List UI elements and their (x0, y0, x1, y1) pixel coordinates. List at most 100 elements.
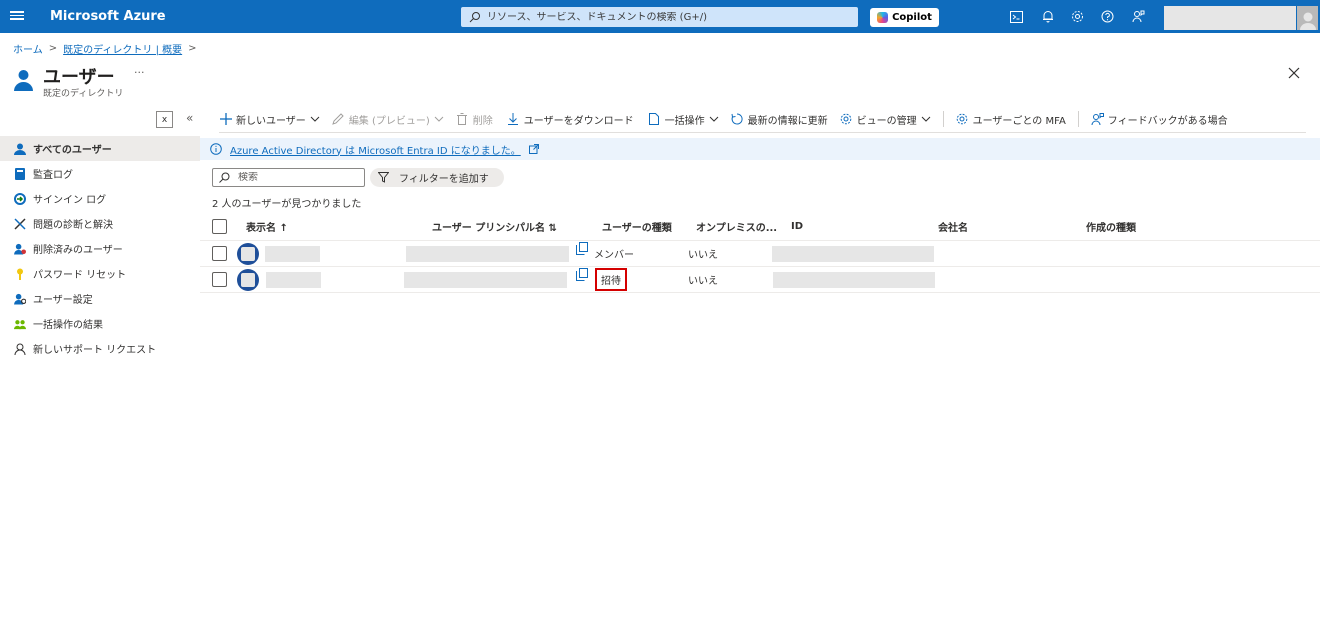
nav-item-new-support-request[interactable]: 新しいサポート リクエスト (0, 336, 200, 361)
avatar (237, 268, 259, 291)
chevron-down-icon (310, 114, 320, 125)
top-bar: Microsoft Azure Copilot (0, 0, 1320, 33)
document-icon (648, 113, 661, 126)
display-name-redacted[interactable] (265, 245, 320, 262)
brand-title[interactable]: Microsoft Azure (50, 9, 166, 24)
manage-view-label: ビューの管理 (856, 115, 917, 127)
plus-icon (219, 113, 232, 126)
global-search-input[interactable] (487, 11, 847, 23)
breadcrumb: ホーム > 既定のディレクトリ | 概要 > (13, 41, 197, 56)
info-icon (210, 143, 222, 155)
feedback-person-icon[interactable] (1131, 9, 1146, 24)
user-type-value-highlighted: 招待 (595, 268, 627, 291)
collapse-nav-button[interactable]: « (186, 111, 193, 125)
copy-icon[interactable] (576, 242, 588, 255)
delete-button[interactable]: 削除 (456, 112, 493, 127)
cloud-shell-icon[interactable] (1009, 9, 1024, 24)
new-user-button[interactable]: 新しいユーザー (219, 112, 320, 127)
hamburger-menu-icon[interactable] (10, 9, 24, 23)
column-creation-type[interactable]: 作成の種類 (1086, 212, 1136, 240)
avatar (237, 242, 259, 265)
nav-item-password-reset[interactable]: パスワード リセット (0, 261, 200, 286)
copilot-button[interactable]: Copilot (870, 8, 939, 27)
avatar-person-icon (1299, 12, 1316, 30)
search-icon (469, 12, 480, 23)
per-user-mfa-button[interactable]: ユーザーごとの MFA (956, 112, 1066, 127)
global-search[interactable] (461, 7, 858, 27)
user-icon (14, 70, 33, 91)
users-table: 表示名 ↑ ユーザー プリンシパル名 ⇅ ユーザーの種類 オンプレミスの... … (200, 212, 1320, 293)
chevron-down-icon (434, 114, 444, 125)
id-redacted (773, 271, 935, 288)
breadcrumb-home[interactable]: ホーム (13, 41, 43, 56)
breadcrumb-directory[interactable]: 既定のディレクトリ | 概要 (63, 41, 182, 56)
nav-item-deleted-users[interactable]: 削除済みのユーザー (0, 236, 200, 261)
entra-id-link[interactable]: Azure Active Directory は Microsoft Entra… (230, 142, 521, 157)
account-avatar[interactable] (1297, 6, 1318, 30)
deleted-user-icon (14, 243, 26, 255)
external-link-icon[interactable] (528, 144, 539, 154)
download-users-button[interactable]: ユーザーをダウンロード (507, 112, 634, 127)
row-checkbox[interactable] (212, 246, 227, 261)
edit-preview-button[interactable]: 編集 (プレビュー) (332, 112, 444, 127)
nav-item-label: 新しいサポート リクエスト (33, 345, 157, 356)
group-icon (14, 318, 26, 330)
column-on-premises[interactable]: オンプレミスの... (696, 212, 777, 240)
refresh-button[interactable]: 最新の情報に更新 (731, 112, 828, 127)
nav-item-label: サインイン ログ (33, 195, 107, 206)
download-icon (507, 113, 520, 126)
pencil-icon (332, 113, 345, 126)
more-options-button[interactable]: ··· (134, 66, 145, 79)
nav-item-label: 問題の診断と解決 (33, 220, 113, 231)
account-info[interactable] (1164, 6, 1296, 30)
column-id[interactable]: ID (791, 212, 803, 240)
select-all-checkbox[interactable] (212, 218, 227, 234)
on-premises-value: いいえ (688, 276, 718, 287)
bell-icon[interactable] (1040, 9, 1055, 24)
add-filter-label: フィルターを追加す (399, 174, 489, 185)
table-header: 表示名 ↑ ユーザー プリンシパル名 ⇅ ユーザーの種類 オンプレミスの... … (200, 212, 1320, 241)
edit-preview-label: 編集 (プレビュー) (348, 115, 430, 127)
table-row[interactable]: 招待 いいえ (200, 267, 1320, 293)
column-display-name[interactable]: 表示名 ↑ (246, 212, 288, 240)
info-banner: Azure Active Directory は Microsoft Entra… (200, 138, 1320, 160)
nav-item-all-users[interactable]: すべてのユーザー (0, 136, 200, 161)
column-company[interactable]: 会社名 (938, 212, 968, 240)
feedback-button[interactable]: フィードバックがある場合 (1091, 112, 1228, 127)
nav-item-user-settings[interactable]: ユーザー設定 (0, 286, 200, 311)
help-icon[interactable] (1100, 9, 1115, 24)
result-count: 2 人のユーザーが見つかりました (212, 199, 362, 210)
nav-search-clear-button[interactable]: x (156, 111, 173, 128)
support-icon (14, 343, 26, 355)
close-icon[interactable] (1287, 66, 1301, 80)
user-search-input[interactable] (238, 172, 358, 183)
id-redacted (772, 245, 934, 262)
nav-item-diagnose-solve[interactable]: 問題の診断と解決 (0, 211, 200, 236)
display-name-redacted[interactable] (266, 271, 321, 288)
bulk-operations-button[interactable]: 一括操作 (648, 112, 719, 127)
download-users-label: ユーザーをダウンロード (523, 115, 634, 127)
manage-view-button[interactable]: ビューの管理 (840, 112, 931, 127)
gear-icon[interactable] (1070, 9, 1085, 24)
add-filter-button[interactable]: フィルターを追加す (370, 168, 504, 187)
copy-icon[interactable] (576, 268, 588, 281)
nav-item-label: 監査ログ (33, 170, 73, 181)
signin-icon (14, 192, 26, 205)
chevron-right-icon: > (188, 43, 197, 54)
table-row[interactable]: メンバー いいえ (200, 241, 1320, 267)
wrench-icon (14, 217, 26, 230)
user-settings-icon (14, 293, 26, 305)
filter-icon (378, 172, 389, 183)
row-checkbox[interactable] (212, 272, 227, 287)
user-search[interactable] (212, 168, 365, 187)
nav-item-signin-logs[interactable]: サインイン ログ (0, 186, 200, 211)
column-upn[interactable]: ユーザー プリンシパル名 ⇅ (432, 212, 557, 240)
user-icon (14, 143, 26, 155)
nav-item-audit-logs[interactable]: 監査ログ (0, 161, 200, 186)
column-user-type[interactable]: ユーザーの種類 (602, 212, 672, 240)
command-bar-divider (219, 132, 1306, 133)
nav-item-bulk-results[interactable]: 一括操作の結果 (0, 311, 200, 336)
command-bar: 新しいユーザー 編集 (プレビュー) 削除 ユーザーをダウンロード 一括操作 最… (219, 109, 1228, 129)
key-icon (14, 268, 26, 280)
copilot-label: Copilot (892, 12, 932, 23)
